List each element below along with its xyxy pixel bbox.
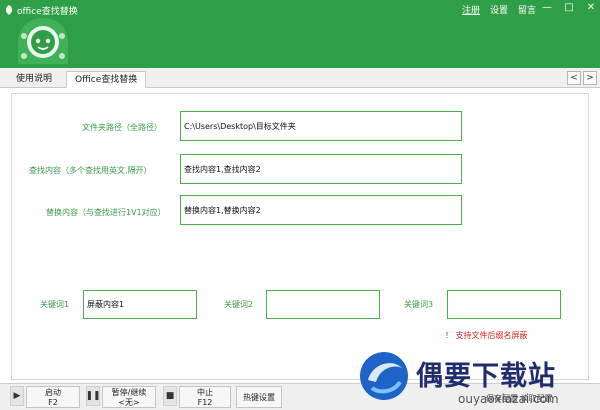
keyword1-field[interactable]: 屏蔽内容1 <box>83 290 197 319</box>
close-button[interactable]: ✕ <box>586 2 596 13</box>
hotkey-settings-button[interactable]: 热键设置 <box>236 386 282 408</box>
find-content-field[interactable]: 查找内容1,查找内容2 <box>180 154 462 184</box>
tab-prev-button[interactable]: < <box>567 71 581 85</box>
watermark-logo-icon <box>360 352 408 400</box>
watermark: 偶要下载站 ouyaoxiazai.com <box>356 348 596 406</box>
stop-hotkey: F12 <box>197 398 213 407</box>
main-panel: 文件夹路径（全路径） C:\Users\Desktop\目标文件夹 查找内容（多… <box>11 93 589 380</box>
stop-button[interactable]: 中止 F12 <box>179 386 231 408</box>
start-button[interactable]: 启动 F2 <box>26 386 80 408</box>
play-icon[interactable]: ▶ <box>10 386 24 406</box>
maximize-button[interactable]: □ <box>564 2 574 13</box>
title-bar: office查找替换 注册 设置 留言 — □ ✕ <box>0 0 600 68</box>
tab-office-replace[interactable]: Office查找替换 <box>66 71 147 88</box>
message-link[interactable]: 留言 <box>518 3 536 16</box>
find-content-label: 查找内容（多个查找用英文,隔开） <box>29 166 152 175</box>
config-buttons-text[interactable]: 保存配置 读取配置 <box>486 393 553 404</box>
pause-hotkey: <无> <box>118 398 140 407</box>
register-link[interactable]: 注册 <box>462 3 480 16</box>
pause-label: 暂停/继续 <box>111 388 147 397</box>
suffix-filter-note: ！ 支持文件后缀名屏蔽 <box>445 331 528 340</box>
pause-icon[interactable]: ❚❚ <box>85 386 101 406</box>
minimize-button[interactable]: — <box>542 2 552 13</box>
keyword2-field[interactable] <box>266 290 380 319</box>
tab-instructions[interactable]: 使用说明 <box>8 71 60 88</box>
settings-link[interactable]: 设置 <box>490 3 508 16</box>
start-hotkey: F2 <box>48 398 58 407</box>
keyword3-label: 关键词3 <box>404 300 434 309</box>
window-controls: — □ ✕ <box>542 2 596 13</box>
replace-content-field[interactable]: 替换内容1,替换内容2 <box>180 195 462 225</box>
stop-icon[interactable]: ■ <box>163 386 177 406</box>
keyword2-label: 关键词2 <box>224 300 254 309</box>
start-label: 启动 <box>45 388 61 397</box>
keyword1-label: 关键词1 <box>40 300 70 309</box>
folder-path-label: 文件夹路径（全路径） <box>82 123 162 132</box>
watermark-text: 偶要下载站 <box>416 361 556 392</box>
folder-path-field[interactable]: C:\Users\Desktop\目标文件夹 <box>180 111 462 141</box>
tab-bar: 使用说明 Office查找替换 < > <box>0 68 600 88</box>
tab-next-button[interactable]: > <box>583 71 597 85</box>
keyword3-field[interactable] <box>447 290 561 319</box>
pause-resume-button[interactable]: 暂停/继续 <无> <box>102 386 156 408</box>
stop-label: 中止 <box>197 388 213 397</box>
header-links: 注册 设置 留言 <box>462 3 536 16</box>
replace-content-label: 替换内容（与查找进行1V1对应） <box>46 208 166 217</box>
app-logo-icon <box>18 18 68 64</box>
